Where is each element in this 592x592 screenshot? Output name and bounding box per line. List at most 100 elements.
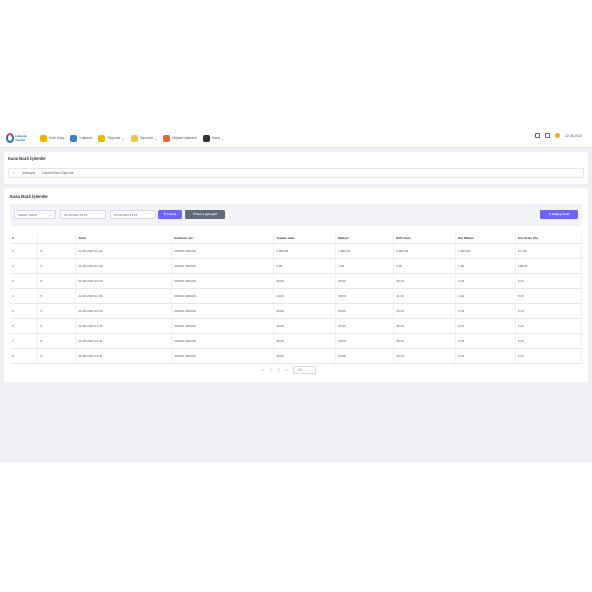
user-select-value: IRMAK, ARAS: [18, 213, 38, 217]
nav-item-1[interactable]: Kullanıcı: [70, 134, 93, 142]
column-header[interactable]: Maliyet: [335, 234, 395, 244]
table-cell: 2.682,00: [393, 243, 457, 259]
table-cell: 2,00: [393, 258, 457, 274]
main-card: Kasa Bazlı İşlemler IRMAK, ARAS ⌄ 22.06.…: [4, 188, 588, 382]
column-header[interactable]: KDV hariç: [393, 234, 457, 244]
logo-icon: [6, 133, 14, 143]
table-cell: IRMAK ARMAN: [171, 288, 275, 304]
table-header-row: # Tarih Kullanıcı adı Toplam tutar Maliyet KD…: [10, 234, 583, 244]
page-size-select[interactable]: 100 ⌄: [293, 366, 317, 374]
breadcrumb-item-current: Harekti Bazlı Raporlar: [42, 171, 74, 175]
pager-next[interactable]: »: [285, 368, 287, 372]
table-cell: IRMAK ARMAN: [171, 243, 275, 259]
table-row[interactable]: 1 5 22.06.2023 12:43 IRMAK ARMAN 4.359,00 1.8…: [10, 243, 583, 259]
breadcrumb-item-home[interactable]: Anasayfa: [22, 171, 35, 175]
table-row[interactable]: 2 5 22.06.2023 12:46 IRMAK ARMAN 2,00 1,00 2,0…: [10, 258, 583, 274]
table-cell: 0,19: [455, 348, 516, 364]
mail-icon[interactable]: [545, 133, 551, 138]
table-cell: 1: [10, 243, 39, 259]
table-cell: 2,00: [273, 258, 337, 274]
chevron-down-icon: ⌄: [49, 213, 52, 217]
column-header[interactable]: #: [10, 234, 39, 244]
table-cell: 189,00: [515, 258, 583, 274]
table-cell: 5: [10, 303, 39, 319]
last-day-button[interactable]: ↺ Son 1 gün geri: [185, 210, 225, 219]
table-cell: 0,34: [515, 303, 583, 319]
table-cell: 25,00: [335, 318, 395, 334]
table-body: 1 5 22.06.2023 12:43 IRMAK ARMAN 4.359,00 1.8…: [10, 243, 583, 364]
breadcrumb: ⌂ › Anasayfa › Harekti Bazlı Raporlar: [8, 168, 584, 178]
table-cell: 0,19: [455, 333, 516, 349]
table-cell: 3,19: [455, 288, 516, 304]
nav-item-0[interactable]: Hızlı Satış: [40, 134, 64, 142]
table-row[interactable]: 4 5 22.06.2023 12:06 IRMAK ARMAN 44,00 38,00 4…: [10, 288, 583, 304]
home-icon[interactable]: ⌂: [13, 171, 15, 175]
nav-item-5[interactable]: Kasa ⌄: [202, 134, 224, 142]
table-row[interactable]: 6 5 22.06.2023 13:40 IRMAK ARMAN 30,00 25,00 2…: [10, 318, 583, 334]
pagination: « 1 2 » 100 ⌄: [262, 366, 322, 374]
table-cell: 2: [10, 258, 39, 274]
table-cell: 0,34: [515, 348, 583, 364]
definitions-icon: [130, 134, 138, 142]
start-date-input[interactable]: 22.06.2023 15:15: [60, 210, 106, 219]
report-icon: [98, 134, 106, 142]
table-cell: 41,19: [393, 288, 457, 304]
table-cell: 5: [37, 273, 77, 289]
table-cell: 38,00: [335, 288, 395, 304]
filter-button-label: Listele: [166, 212, 177, 216]
chart-icon[interactable]: [535, 133, 541, 138]
table-cell: 0,34: [515, 318, 583, 334]
page-header-card: Kasa Bazlı İşlemler ⌂ › Anasayfa › Harek…: [4, 152, 588, 184]
table-cell: 8: [10, 348, 39, 364]
chevron-down-icon: ⌄: [153, 135, 158, 141]
nav-item-label: Kullanıcı: [79, 136, 93, 140]
pager-page-2[interactable]: 2: [278, 368, 280, 372]
table-cell: 3: [10, 273, 39, 289]
table-cell: 22.06.2023 13:40: [75, 318, 173, 334]
table-cell: 30,00: [273, 303, 337, 319]
end-date-input[interactable]: 22.06.2023 14:15: [110, 210, 156, 219]
user-select[interactable]: IRMAK, ARAS ⌄: [14, 210, 56, 219]
export-button[interactable]: ⇩ Belgeyi İndir: [540, 210, 578, 219]
column-header[interactable]: Kar Oranı (%): [515, 234, 583, 244]
pager-page-1[interactable]: 1: [270, 368, 272, 372]
table-cell: 1,00: [335, 258, 395, 274]
table-row[interactable]: 7 5 22.06.2023 13:41 IRMAK ARMAN 30,00 25,00 2…: [10, 333, 583, 349]
column-header[interactable]: Tarih: [75, 234, 173, 244]
user-icon[interactable]: [555, 133, 561, 138]
table-cell: 25,00: [335, 273, 395, 289]
results-table-wrap: # Tarih Kullanıcı adı Toplam tutar Maliyet KD…: [10, 234, 583, 364]
fast-sale-icon: [40, 134, 47, 142]
table-cell: 5: [37, 258, 77, 274]
column-header[interactable]: [37, 234, 77, 244]
column-header[interactable]: Toplam tutar: [273, 234, 337, 244]
table-cell: 22.06.2023 12:39: [75, 273, 173, 289]
nav-right: 22.06.2023: [530, 133, 582, 138]
nav-item-2[interactable]: Raporlar ⌄: [98, 134, 125, 142]
column-header[interactable]: Kullanıcı adı: [171, 234, 275, 244]
table-cell: 25,19: [393, 318, 457, 334]
table-cell: 5: [37, 333, 77, 349]
table-cell: 4: [10, 288, 39, 304]
table-cell: 25,00: [335, 348, 395, 364]
filter-button[interactable]: ⊽ Listele: [158, 210, 182, 219]
filter-toolbar: IRMAK, ARAS ⌄ 22.06.2023 15:15 22.06.202…: [10, 204, 582, 226]
pager-prev[interactable]: «: [262, 368, 264, 372]
column-header[interactable]: Kar Miktarı: [455, 234, 516, 244]
page-title: Kasa Bazlı İşlemler: [8, 156, 46, 161]
results-table: # Tarih Kullanıcı adı Toplam tutar Maliyet KD…: [10, 234, 583, 364]
brand-logo[interactable]: Lokanta Yazılım: [6, 130, 30, 146]
table-cell: 22.06.2023 14:41: [75, 348, 173, 364]
table-cell: IRMAK ARMAN: [171, 258, 275, 274]
table-cell: IRMAK ARMAN: [171, 333, 275, 349]
table-row[interactable]: 3 5 22.06.2023 12:39 IRMAK ARMAN 30,00 25,00 2…: [10, 273, 583, 289]
section-title: Kasa Bazlı İşlemler: [10, 194, 48, 199]
nav-item-3[interactable]: Tanımlar ⌄: [130, 134, 158, 142]
table-cell: 5: [37, 288, 77, 304]
table-row[interactable]: 8 5 22.06.2023 14:41 IRMAK ARMAN 30,00 25,00 2…: [10, 348, 583, 364]
nav-menu: Hızlı Satış Kullanıcı Raporlar ⌄ Tanımlar ⌄ Mü…: [40, 132, 230, 144]
table-cell: 0,19: [455, 318, 516, 334]
table-row[interactable]: 5 5 22.06.2023 13:40 IRMAK ARMAN 30,00 25,00 2…: [10, 303, 583, 319]
nav-item-4[interactable]: Müşteri İşlemleri: [163, 134, 197, 142]
table-cell: 8,39: [515, 288, 583, 304]
